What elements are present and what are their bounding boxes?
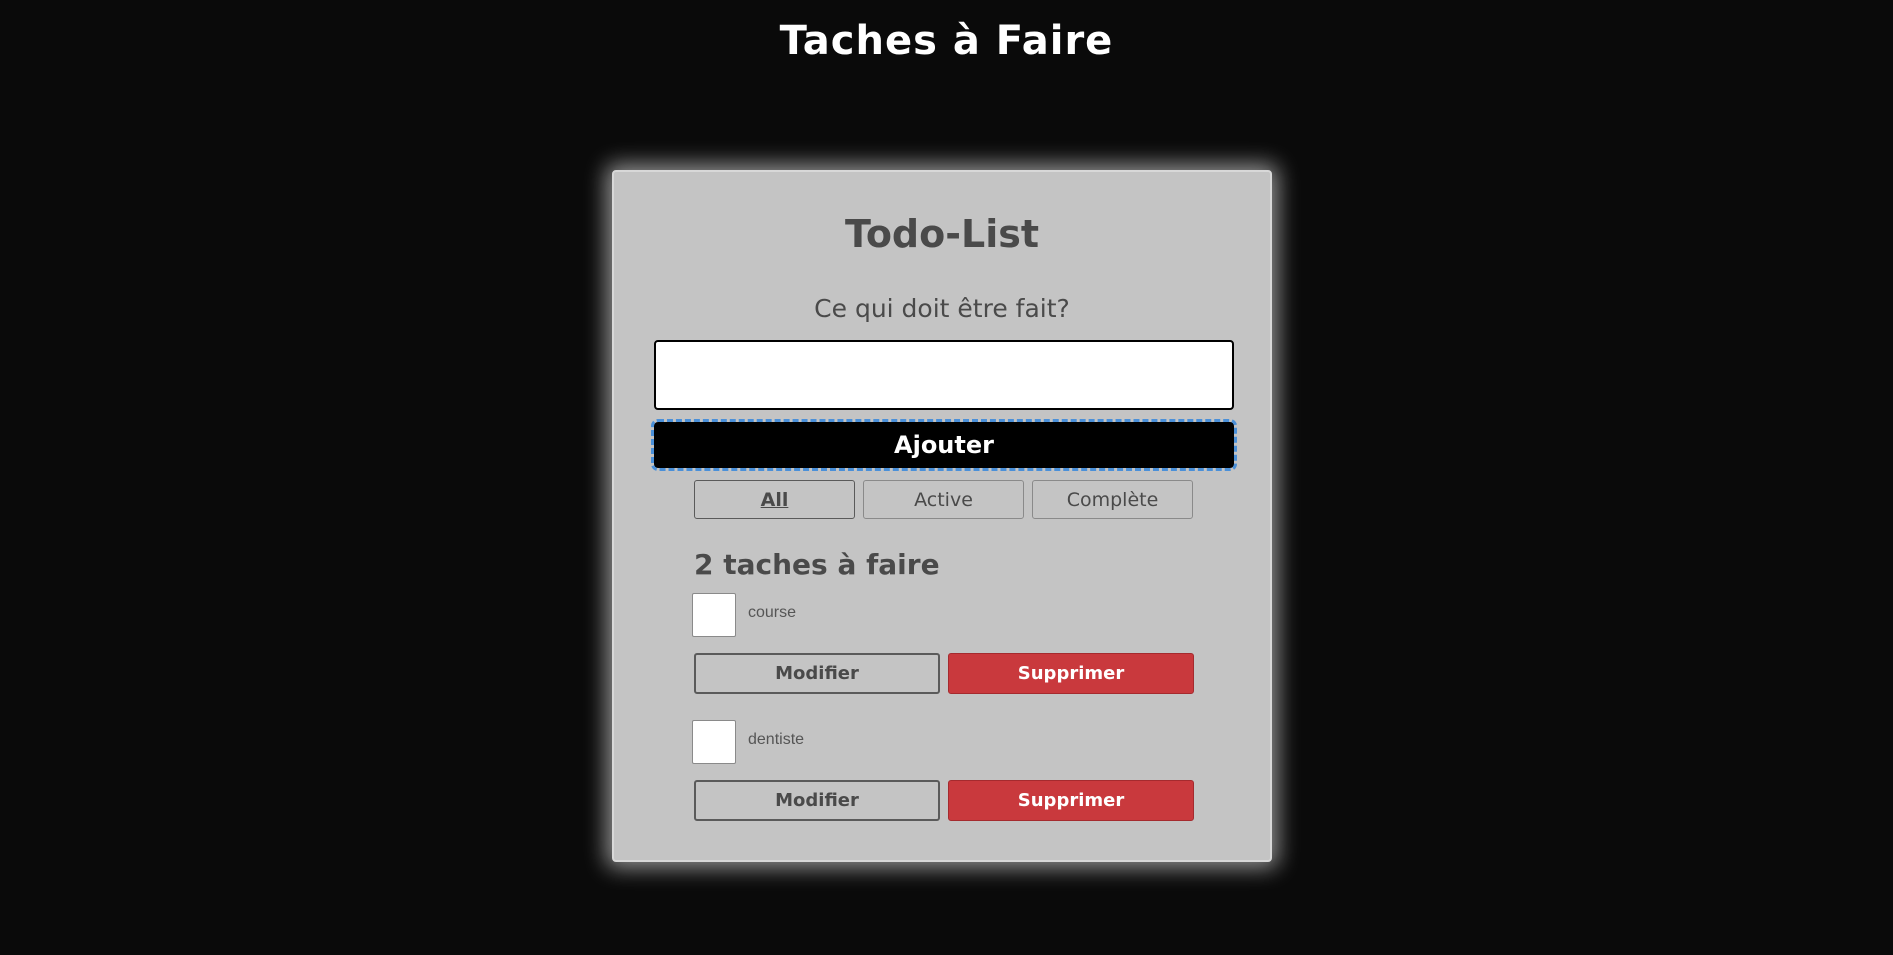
- todo-card: Todo-List Ce qui doit être fait? Ajouter…: [612, 170, 1272, 862]
- add-button[interactable]: Ajouter: [651, 419, 1237, 471]
- edit-task-button[interactable]: Modifier: [694, 653, 940, 694]
- task-checkbox[interactable]: [692, 593, 736, 637]
- filter-complete-button[interactable]: Complète: [1032, 480, 1193, 519]
- edit-task-button[interactable]: Modifier: [694, 780, 940, 821]
- task-checkbox[interactable]: [692, 720, 736, 764]
- filter-all-button[interactable]: All: [694, 480, 855, 519]
- task-label: dentiste: [748, 731, 805, 748]
- filter-active-button[interactable]: Active: [863, 480, 1024, 519]
- new-task-label: Ce qui doit être fait?: [814, 294, 1070, 323]
- delete-task-button[interactable]: Supprimer: [948, 780, 1194, 821]
- card-title: Todo-List: [844, 212, 1040, 256]
- new-task-input[interactable]: [654, 340, 1234, 410]
- task-label: course: [748, 604, 797, 621]
- task-count-heading: 2 taches à faire: [694, 548, 940, 581]
- page-title: Taches à Faire: [779, 18, 1114, 64]
- delete-task-button[interactable]: Supprimer: [948, 653, 1194, 694]
